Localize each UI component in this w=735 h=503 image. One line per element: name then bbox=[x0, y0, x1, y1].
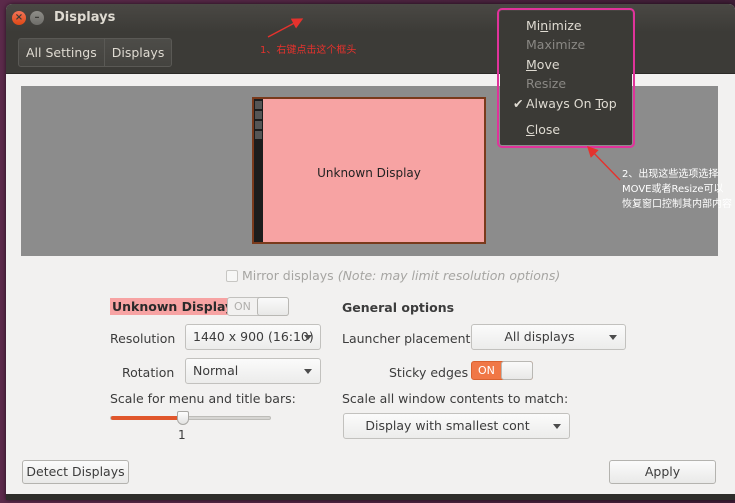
sticky-switch-label: ON bbox=[478, 364, 495, 377]
rotation-value: Normal bbox=[193, 363, 239, 378]
menu-item-resize: Resize bbox=[500, 74, 632, 93]
launcher-placement-value: All displays bbox=[504, 329, 575, 344]
chevron-down-icon bbox=[609, 335, 617, 340]
menu-item-move[interactable]: Move bbox=[500, 55, 632, 74]
scale-value: 1 bbox=[178, 428, 186, 442]
mirror-note: (Note: may limit resolution options) bbox=[337, 268, 561, 283]
chevron-down-icon bbox=[553, 424, 561, 429]
resolution-value: 1440 x 900 (16:10) bbox=[193, 329, 314, 344]
sticky-edges-switch[interactable]: ON bbox=[471, 361, 533, 380]
scale-slider-fill bbox=[111, 416, 183, 420]
checkmark-icon: ✔ bbox=[513, 96, 524, 111]
scale-slider-handle[interactable] bbox=[176, 411, 189, 425]
launcher-placement-label: Launcher placement bbox=[342, 331, 471, 346]
chevron-down-icon bbox=[304, 335, 312, 340]
menu-item-always-on-top[interactable]: ✔ Always On Top bbox=[500, 94, 632, 113]
close-window-icon[interactable]: × bbox=[12, 11, 26, 25]
display-switch-label: ON bbox=[234, 300, 251, 313]
minimize-window-icon[interactable]: – bbox=[30, 11, 44, 25]
monitor-preview[interactable]: Unknown Display bbox=[252, 97, 486, 244]
mirror-displays-checkbox[interactable] bbox=[226, 270, 238, 282]
general-options-heading: General options bbox=[342, 300, 455, 315]
display-power-switch[interactable]: ON bbox=[227, 297, 289, 316]
menu-item-label: Maximize bbox=[526, 37, 586, 52]
sticky-edges-label: Sticky edges bbox=[389, 365, 469, 380]
rotation-dropdown[interactable]: Normal bbox=[185, 358, 321, 384]
window-context-menu: Minimize Maximize Move Resize ✔ Always O… bbox=[497, 8, 635, 148]
annotation-step-1: 1、右键点击这个框头 bbox=[260, 45, 357, 56]
menu-item-maximize: Maximize bbox=[500, 35, 632, 54]
switch-knob bbox=[501, 361, 533, 380]
breadcrumb-all-settings[interactable]: All Settings bbox=[19, 39, 105, 66]
monitor-label: Unknown Display bbox=[317, 166, 421, 180]
switch-knob bbox=[257, 297, 289, 316]
selected-display-name: Unknown Display bbox=[110, 298, 236, 315]
scale-label: Scale for menu and title bars: bbox=[110, 391, 296, 406]
scale-slider[interactable] bbox=[110, 411, 271, 425]
menu-item-minimize[interactable]: Minimize bbox=[500, 16, 632, 35]
mirror-displays-label: Mirror displays bbox=[242, 268, 334, 283]
rotation-label: Rotation bbox=[122, 365, 175, 380]
menu-item-label: Resize bbox=[526, 76, 567, 91]
chevron-down-icon bbox=[304, 369, 312, 374]
window-bottom-frame bbox=[6, 494, 735, 500]
resolution-dropdown[interactable]: 1440 x 900 (16:10) bbox=[185, 324, 321, 350]
menu-item-label: Move bbox=[526, 57, 560, 72]
menu-item-label: Always On Top bbox=[526, 96, 617, 111]
resolution-label: Resolution bbox=[110, 331, 176, 346]
breadcrumb-displays[interactable]: Displays bbox=[105, 39, 172, 66]
menu-item-close[interactable]: Close bbox=[500, 120, 632, 139]
detect-displays-button[interactable]: Detect Displays bbox=[22, 460, 129, 484]
mirror-displays-option: Mirror displays (Note: may limit resolut… bbox=[226, 268, 560, 283]
scale-all-value: Display with smallest cont bbox=[365, 418, 530, 433]
apply-button[interactable]: Apply bbox=[609, 460, 716, 484]
breadcrumb: All Settings Displays bbox=[18, 38, 173, 67]
window-title: Displays bbox=[54, 10, 116, 25]
menu-item-label: Minimize bbox=[526, 18, 582, 33]
scale-all-label: Scale all window contents to match: bbox=[342, 391, 569, 406]
launcher-placement-dropdown[interactable]: All displays bbox=[471, 324, 626, 350]
annotation-step-2: 2、出现这些选项选择MOVE或者Resize可以恢复窗口控制其内部内容 bbox=[622, 169, 732, 210]
menu-item-label: Close bbox=[526, 122, 561, 137]
scale-all-dropdown[interactable]: Display with smallest cont bbox=[343, 413, 570, 439]
